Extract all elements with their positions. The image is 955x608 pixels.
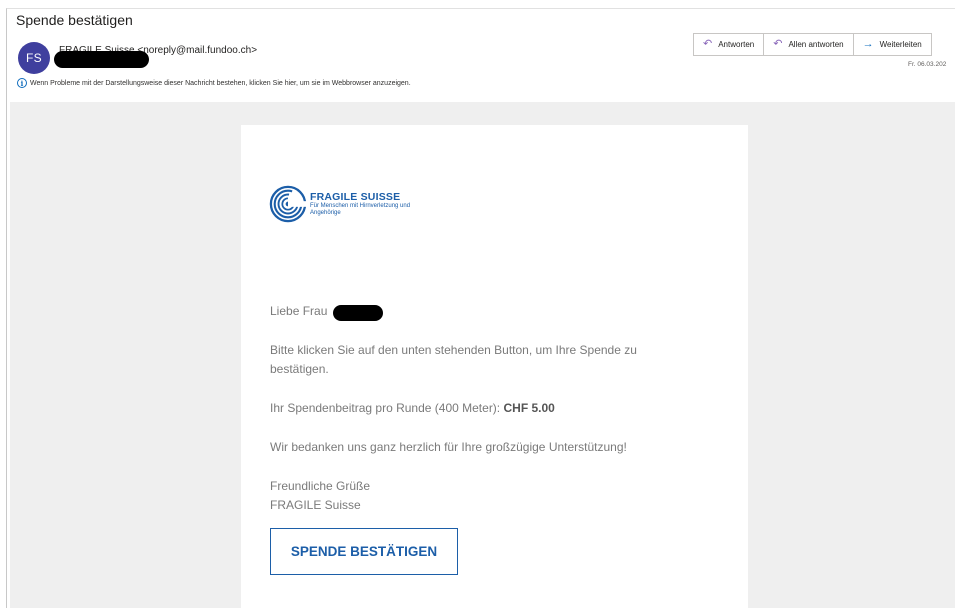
reply-all-button[interactable]: ↶ Allen antworten xyxy=(764,34,854,55)
email-card: FRAGILE SUISSE Für Menschen mit Hirnverl… xyxy=(241,125,748,608)
donation-amount-paragraph: Ihr Spendenbeitrag pro Runde (400 Meter)… xyxy=(270,399,690,418)
spiral-logo-icon xyxy=(269,185,307,223)
logo-name: FRAGILE SUISSE xyxy=(310,191,401,203)
action-toolbar: ↶ Antworten ↶ Allen antworten → Weiterle… xyxy=(693,33,932,56)
redaction-mark xyxy=(54,51,149,68)
thanks-paragraph: Wir bedanken uns ganz herzlich für Ihre … xyxy=(270,440,627,454)
confirm-donation-button[interactable]: SPENDE BESTÄTIGEN xyxy=(270,528,458,575)
sender-address: <noreply@mail.fundoo.ch> xyxy=(137,45,258,56)
reply-label: Antworten xyxy=(718,40,755,49)
closing-greeting: Freundliche Grüße xyxy=(270,479,371,493)
email-date: Fr. 06.03.202 xyxy=(908,61,947,68)
reply-all-icon: ↶ xyxy=(773,38,783,50)
forward-label: Weiterleiten xyxy=(879,40,922,49)
info-bar[interactable]: i Wenn Probleme mit der Darstellungsweis… xyxy=(17,78,411,88)
redaction-mark xyxy=(333,305,383,321)
forward-button[interactable]: → Weiterleiten xyxy=(854,34,931,55)
forward-icon: → xyxy=(862,38,874,50)
info-text[interactable]: Wenn Probleme mit der Darstellungsweise … xyxy=(30,80,411,87)
logo-tagline: Für Menschen mit Hirnverletzung und Ange… xyxy=(310,203,411,216)
email-subject: Spende bestätigen xyxy=(16,12,133,28)
closing-signature: FRAGILE Suisse xyxy=(270,498,361,512)
reply-button[interactable]: ↶ Antworten xyxy=(694,34,765,55)
reply-icon: ↶ xyxy=(703,38,713,50)
info-icon: i xyxy=(17,78,27,88)
donation-amount: CHF 5.00 xyxy=(503,401,555,415)
instruction-paragraph: Bitte klicken Sie auf den unten stehende… xyxy=(270,343,637,376)
fragile-suisse-logo[interactable]: FRAGILE SUISSE Für Menschen mit Hirnverl… xyxy=(269,185,430,223)
sender-avatar[interactable]: FS xyxy=(18,42,50,74)
donation-label: Ihr Spendenbeitrag pro Runde (400 Meter)… xyxy=(270,401,504,415)
reply-all-label: Allen antworten xyxy=(788,40,844,49)
